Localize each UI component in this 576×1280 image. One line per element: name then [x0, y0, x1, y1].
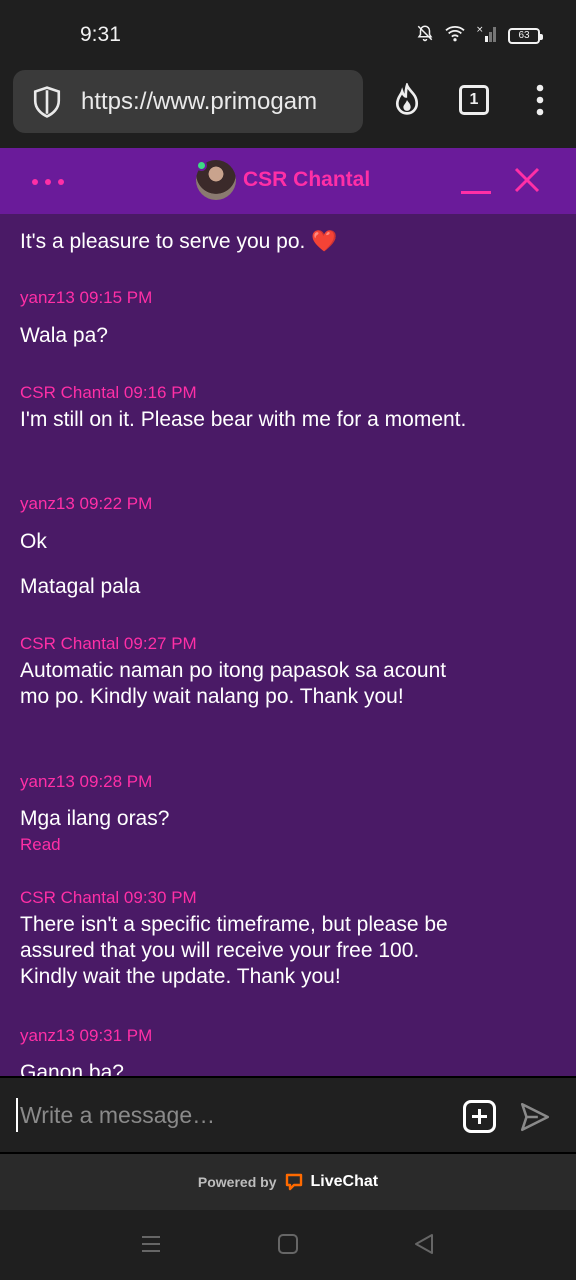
- message-meta: CSR Chantal 09:30 PM: [20, 888, 197, 907]
- send-icon[interactable]: [518, 1100, 552, 1134]
- minimize-icon[interactable]: [461, 170, 493, 194]
- message-meta: yanz13 09:31 PM: [20, 1026, 153, 1045]
- message-text: Automatic naman po itong papasok sa acou…: [20, 659, 447, 708]
- online-status-indicator: [196, 160, 207, 171]
- status-bar: 9:31 × 63: [0, 0, 576, 66]
- message-list[interactable]: It's a pleasure to serve you po. ❤️ yanz…: [0, 214, 576, 1076]
- message-text: There isn't a specific timeframe, but pl…: [20, 913, 448, 988]
- message-meta: yanz13 09:15 PM: [20, 288, 153, 307]
- read-receipt: Read: [20, 835, 61, 854]
- close-icon[interactable]: [513, 166, 541, 199]
- message-text: Mga ilang oras?: [20, 807, 170, 830]
- home-icon[interactable]: [276, 1232, 302, 1258]
- wifi-icon: [444, 24, 466, 47]
- tabs-icon[interactable]: 1: [456, 82, 492, 118]
- agent-avatar: [196, 160, 236, 200]
- tab-count[interactable]: 1: [459, 85, 489, 115]
- powered-by-label: Powered by: [197, 1174, 277, 1190]
- message-composer: [0, 1076, 576, 1154]
- signal-icon: ×: [476, 24, 498, 47]
- status-icons: × 63: [416, 24, 543, 47]
- shield-icon[interactable]: [29, 84, 65, 120]
- message-text: It's a pleasure to serve you po. ❤️: [20, 230, 338, 253]
- menu-icon[interactable]: [139, 1232, 165, 1258]
- back-icon[interactable]: [412, 1232, 438, 1258]
- browser-toolbar: https://www.primogam 1: [0, 66, 576, 148]
- message-text: Ganon ba?: [20, 1061, 124, 1076]
- battery-icon: 63: [508, 27, 543, 44]
- attach-plus-icon[interactable]: [463, 1100, 496, 1133]
- fire-icon[interactable]: [389, 82, 425, 118]
- message-meta: CSR Chantal 09:27 PM: [20, 634, 197, 653]
- message-meta: CSR Chantal 09:16 PM: [20, 383, 197, 402]
- message-text: Matagal pala: [20, 575, 141, 598]
- message-text: I'm still on it. Please bear with me for…: [20, 408, 467, 431]
- address-bar[interactable]: https://www.primogam: [13, 70, 363, 133]
- livechat-brand: LiveChat: [310, 1173, 379, 1190]
- more-horizontal-icon[interactable]: [31, 170, 65, 188]
- message-meta: yanz13 09:22 PM: [20, 494, 153, 513]
- more-vertical-icon[interactable]: [522, 82, 558, 118]
- message-meta: yanz13 09:28 PM: [20, 772, 153, 791]
- livechat-logo-icon: [285, 1173, 303, 1191]
- message-text: Wala pa?: [20, 324, 108, 347]
- system-navigation-bar: [0, 1210, 576, 1280]
- mute-bell-icon: [416, 24, 434, 47]
- agent-name: CSR Chantal: [243, 168, 371, 191]
- message-text: Ok: [20, 530, 47, 553]
- powered-by-footer[interactable]: Powered by LiveChat: [0, 1154, 576, 1210]
- status-time: 9:31: [80, 23, 121, 46]
- url-text[interactable]: https://www.primogam: [81, 88, 317, 116]
- message-input[interactable]: [16, 1098, 446, 1132]
- svg-text:×: ×: [476, 25, 484, 35]
- chat-header: CSR Chantal: [0, 148, 576, 214]
